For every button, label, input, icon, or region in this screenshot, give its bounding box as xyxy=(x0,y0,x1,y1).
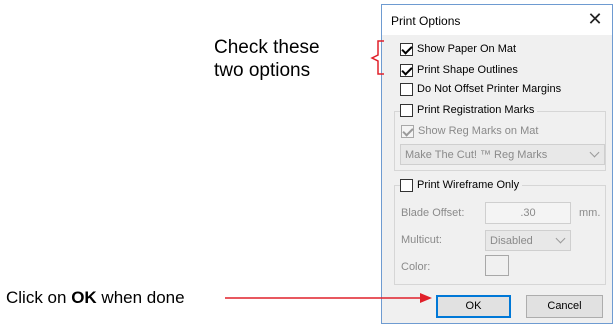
print-registration-marks-checkbox[interactable]: Print Registration Marks xyxy=(400,102,538,118)
multicut-select-value: Disabled xyxy=(490,234,533,247)
annotation-line-1: Check these xyxy=(214,37,320,58)
dialog-titlebar: Print Options ✕ xyxy=(382,5,612,35)
do-not-offset-margins-checkbox[interactable]: Do Not Offset Printer Margins xyxy=(400,81,561,97)
ok-button[interactable]: OK xyxy=(436,295,511,318)
blade-offset-label: Blade Offset: xyxy=(401,207,465,219)
ok-annotation-prefix: Click on xyxy=(6,288,72,307)
checkbox-unchecked-icon[interactable] xyxy=(400,178,413,192)
dialog-title: Print Options xyxy=(391,14,461,28)
reg-marks-select[interactable]: Make The Cut! ™ Reg Marks xyxy=(400,144,605,165)
blade-offset-unit: mm. xyxy=(579,207,601,219)
color-label: Color: xyxy=(401,261,431,273)
click-ok-annotation: Click on OK when done xyxy=(6,286,185,309)
chevron-down-icon xyxy=(555,233,566,244)
checkbox-unchecked-icon[interactable] xyxy=(400,103,413,117)
show-paper-on-mat-label: Show Paper On Mat xyxy=(417,43,517,55)
show-reg-marks-label: Show Reg Marks on Mat xyxy=(418,125,539,137)
annotation-line-2: two options xyxy=(214,60,311,81)
blade-offset-input[interactable]: .30 xyxy=(485,202,571,224)
checkbox-checked-disabled-icon[interactable] xyxy=(401,124,414,138)
ok-annotation-suffix: when done xyxy=(96,288,185,307)
cancel-button[interactable]: Cancel xyxy=(526,295,603,318)
multicut-select[interactable]: Disabled xyxy=(485,230,571,251)
print-shape-outlines-checkbox[interactable]: Print Shape Outlines xyxy=(400,62,518,78)
do-not-offset-margins-label: Do Not Offset Printer Margins xyxy=(417,83,562,95)
print-wireframe-only-label: Print Wireframe Only xyxy=(417,179,520,191)
check-options-annotation: Check these two options xyxy=(214,36,354,82)
print-shape-outlines-label: Print Shape Outlines xyxy=(417,64,518,76)
checkbox-unchecked-icon[interactable] xyxy=(400,82,413,96)
color-swatch[interactable] xyxy=(485,255,509,276)
ok-annotation-bold: OK xyxy=(71,288,97,307)
print-wireframe-only-checkbox[interactable]: Print Wireframe Only xyxy=(400,177,523,193)
print-registration-marks-label: Print Registration Marks xyxy=(417,104,535,116)
print-options-dialog: Print Options ✕ Show Paper On Mat Print … xyxy=(381,4,613,324)
chevron-down-icon xyxy=(589,147,600,158)
close-icon[interactable]: ✕ xyxy=(584,9,606,29)
show-reg-marks-checkbox[interactable]: Show Reg Marks on Mat xyxy=(401,123,538,139)
show-paper-on-mat-checkbox[interactable]: Show Paper On Mat xyxy=(400,41,516,57)
checkbox-checked-icon[interactable] xyxy=(400,63,413,77)
checkbox-checked-icon[interactable] xyxy=(400,42,413,56)
multicut-label: Multicut: xyxy=(401,234,442,246)
reg-marks-select-value: Make The Cut! ™ Reg Marks xyxy=(405,148,548,161)
